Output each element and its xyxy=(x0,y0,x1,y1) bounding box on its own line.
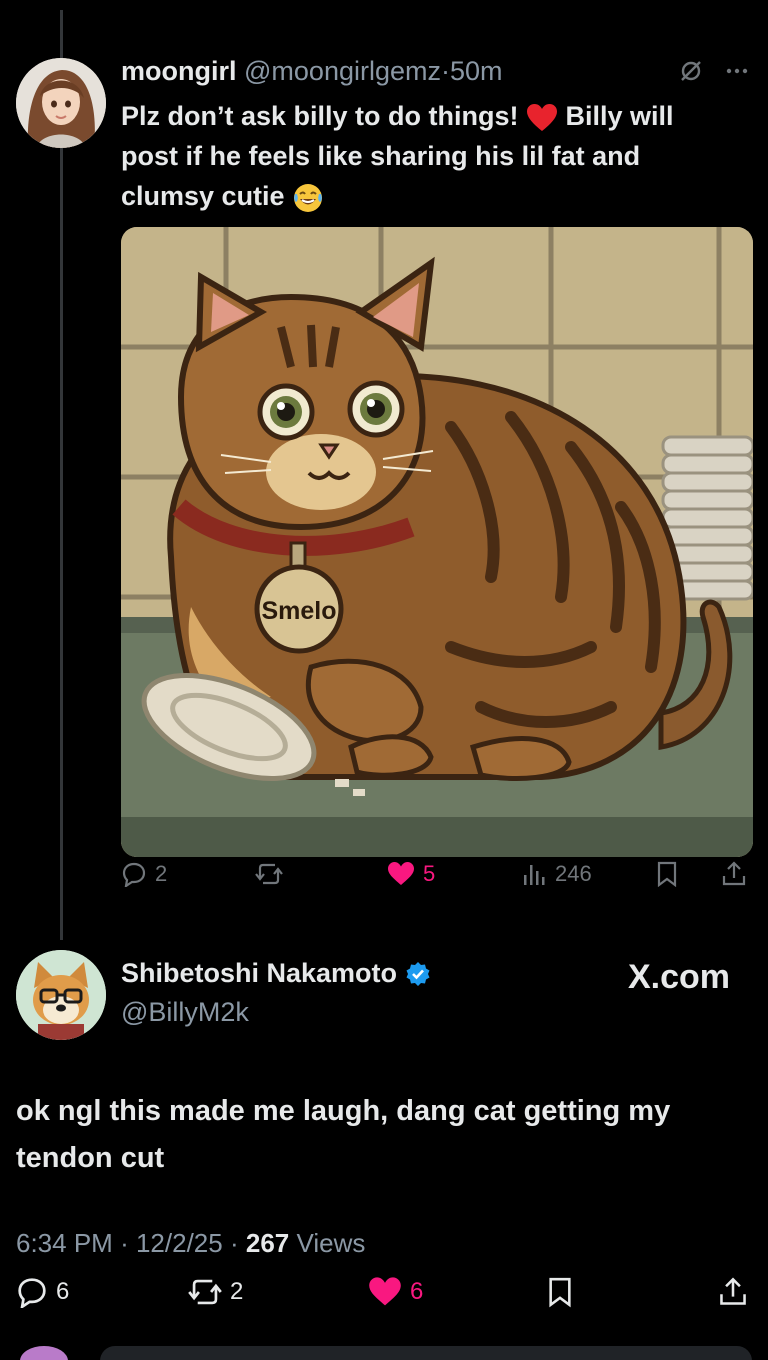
repost-icon xyxy=(188,1276,222,1308)
parent-post-header: moongirl @moongirlgemz·50m xyxy=(121,56,681,87)
bookmark-icon xyxy=(546,1276,574,1308)
parent-top-actions xyxy=(678,58,750,84)
reply-post-text: ok ngl this made me laugh, dang cat gett… xyxy=(16,1095,671,1174)
parent-text-part1: Plz don’t ask billy to do things! xyxy=(121,101,519,131)
repost-icon xyxy=(255,861,283,887)
reply-meta: 6:34 PM · 12/2/25 · 267 Views xyxy=(16,1228,365,1259)
parent-like-count: 5 xyxy=(423,861,436,886)
mute-icon[interactable] xyxy=(678,58,704,84)
reply-compose-input[interactable] xyxy=(100,1346,752,1360)
more-icon[interactable] xyxy=(724,58,750,84)
header-separator: · xyxy=(441,56,450,86)
moongirl-avatar[interactable] xyxy=(16,58,106,148)
parent-repost-action[interactable] xyxy=(255,861,283,887)
shibetoshi-avatar[interactable] xyxy=(16,950,106,1040)
x-watermark: X.com xyxy=(627,958,730,996)
reply-date[interactable]: 12/2/25 xyxy=(136,1228,223,1258)
heart-icon xyxy=(368,1276,402,1308)
heart-icon xyxy=(387,861,415,887)
reply-repost-action[interactable]: 2 xyxy=(188,1276,243,1308)
tears-of-joy-icon xyxy=(292,182,324,214)
parent-bookmark-action[interactable] xyxy=(655,861,679,887)
bookmark-icon xyxy=(655,861,679,887)
reply-icon xyxy=(121,861,147,887)
share-icon xyxy=(721,861,747,887)
reply-time[interactable]: 6:34 PM xyxy=(16,1228,113,1258)
parent-like-action[interactable]: 5 xyxy=(387,861,435,887)
reply-share-action[interactable] xyxy=(718,1276,748,1308)
reply-views-label: Views xyxy=(296,1228,366,1258)
parent-display-name[interactable]: moongirl xyxy=(121,56,237,86)
thread-connector-line xyxy=(60,10,63,940)
reply-like-action[interactable]: 6 xyxy=(368,1276,423,1308)
red-heart-icon xyxy=(526,103,558,133)
reply-bookmark-action[interactable] xyxy=(546,1276,574,1308)
compose-bar xyxy=(0,1338,768,1360)
reply-reply-action[interactable]: 6 xyxy=(16,1276,69,1308)
reply-views-count: 267 xyxy=(245,1228,290,1258)
parent-timestamp[interactable]: 50m xyxy=(450,56,503,86)
reply-like-count: 6 xyxy=(410,1278,424,1305)
views-icon xyxy=(521,861,547,887)
reply-author-row: Shibetoshi Nakamoto xyxy=(121,958,431,989)
meta-sep-2: · xyxy=(229,1228,239,1258)
reply-repost-count: 2 xyxy=(230,1278,244,1305)
parent-post-text: Plz don’t ask billy to do things! Billy … xyxy=(121,96,711,216)
reply-reply-count: 6 xyxy=(56,1278,70,1305)
parent-reply-action[interactable]: 2 xyxy=(121,861,167,887)
parent-handle[interactable]: @moongirlgemz xyxy=(244,56,441,86)
verified-badge-icon[interactable] xyxy=(405,961,431,987)
meta-sep-1: · xyxy=(120,1228,129,1258)
reply-display-name[interactable]: Shibetoshi Nakamoto xyxy=(121,958,397,989)
parent-views-action[interactable]: 246 xyxy=(521,861,592,887)
own-avatar[interactable] xyxy=(20,1346,68,1360)
share-icon xyxy=(718,1276,748,1308)
parent-views-count: 246 xyxy=(555,861,592,886)
reply-handle[interactable]: @BillyM2k xyxy=(121,997,249,1028)
post-image[interactable]: Smelo xyxy=(121,227,753,857)
parent-share-action[interactable] xyxy=(721,861,747,887)
cat-tag-text: Smelo xyxy=(261,597,336,625)
parent-reply-count: 2 xyxy=(155,861,168,886)
reply-icon xyxy=(16,1276,48,1308)
